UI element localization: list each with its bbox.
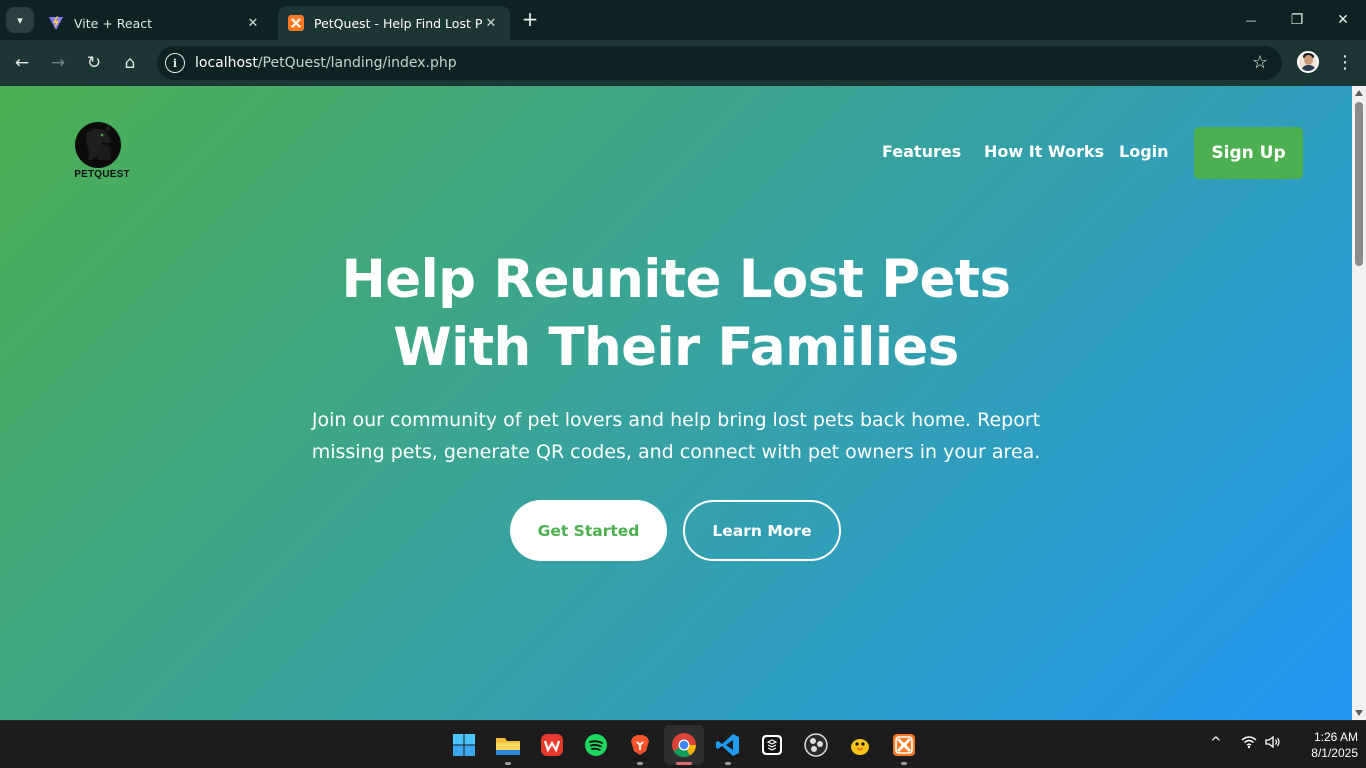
windows-taskbar: ^ 1:26 AM 8/1/2025 bbox=[0, 720, 1366, 768]
clock-date: 8/1/2025 bbox=[1311, 746, 1358, 760]
xampp-icon bbox=[288, 15, 304, 31]
wifi-icon[interactable] bbox=[1241, 735, 1257, 753]
url-text[interactable]: localhost/PetQuest/landing/index.php bbox=[195, 55, 457, 71]
brave-icon[interactable] bbox=[627, 732, 653, 758]
back-button[interactable]: ← bbox=[8, 49, 36, 77]
close-icon[interactable]: ✕ bbox=[244, 16, 262, 31]
window-close-button[interactable]: ✕ bbox=[1320, 0, 1366, 40]
sign-up-button[interactable]: Sign Up bbox=[1194, 127, 1303, 179]
bookmark-star-icon[interactable]: ☆ bbox=[1252, 52, 1268, 73]
tab-strip: ▾ Vite + React ✕ PetQuest - Help Find Lo… bbox=[0, 0, 1366, 40]
tab-petquest[interactable]: PetQuest - Help Find Lost Pets ✕ bbox=[278, 6, 510, 40]
restore-button[interactable]: ❐ bbox=[1274, 0, 1320, 40]
file-explorer-icon[interactable] bbox=[495, 732, 521, 758]
hero-title-line: With Their Families bbox=[393, 317, 959, 378]
volume-icon[interactable] bbox=[1265, 735, 1281, 753]
active-indicator bbox=[676, 762, 692, 765]
wps-office-icon[interactable] bbox=[539, 732, 565, 758]
running-indicator bbox=[725, 762, 731, 765]
browser-toolbar: ← → ↻ ⌂ i localhost/PetQuest/landing/ind… bbox=[0, 40, 1366, 86]
hero-title: Help Reunite Lost Pets With Their Famili… bbox=[176, 246, 1176, 382]
hero-subtitle-line: missing pets, generate QR codes, and con… bbox=[311, 441, 1041, 463]
scroll-up-arrow-icon[interactable] bbox=[1355, 90, 1363, 96]
hero-subtitle-line: Join our community of pet lovers and hel… bbox=[311, 409, 1041, 431]
hero-subtitle: Join our community of pet lovers and hel… bbox=[276, 404, 1076, 468]
duck-app-icon[interactable] bbox=[847, 732, 873, 758]
system-clock[interactable]: 1:26 AM 8/1/2025 bbox=[1288, 729, 1358, 761]
petquest-logo[interactable]: PETQUEST bbox=[70, 120, 134, 182]
scroll-down-arrow-icon[interactable] bbox=[1355, 710, 1363, 716]
arrow-right-icon: → bbox=[50, 53, 66, 73]
tab-vite-react[interactable]: Vite + React ✕ bbox=[38, 6, 272, 40]
page-scrollbar[interactable] bbox=[1352, 86, 1366, 720]
forward-button[interactable]: → bbox=[44, 49, 72, 77]
tab-search-button[interactable]: ▾ bbox=[6, 7, 34, 33]
page-viewport: PETQUEST Features How It Works Login Sig… bbox=[0, 86, 1352, 720]
windows-start-icon[interactable] bbox=[451, 732, 477, 758]
tab-title: Vite + React bbox=[74, 15, 153, 31]
reload-button[interactable]: ↻ bbox=[80, 49, 108, 77]
home-icon: ⌂ bbox=[124, 53, 136, 73]
spotify-icon[interactable] bbox=[583, 732, 609, 758]
new-tab-button[interactable]: + bbox=[518, 8, 542, 32]
learn-more-button[interactable]: Learn More bbox=[683, 500, 841, 561]
minimize-button[interactable]: — bbox=[1228, 0, 1274, 40]
home-button[interactable]: ⌂ bbox=[116, 49, 144, 77]
site-info-icon[interactable]: i bbox=[165, 53, 185, 73]
running-indicator bbox=[901, 762, 907, 765]
logo-text: PETQUEST bbox=[74, 169, 130, 180]
app-icon[interactable] bbox=[759, 732, 785, 758]
clock-time: 1:26 AM bbox=[1313, 730, 1358, 744]
restore-icon: ❐ bbox=[1290, 12, 1304, 28]
show-hidden-icons-button[interactable]: ^ bbox=[1210, 735, 1222, 751]
obs-icon[interactable] bbox=[803, 732, 829, 758]
running-indicator bbox=[505, 762, 511, 765]
scrollbar-thumb[interactable] bbox=[1355, 102, 1363, 266]
pet-silhouette-icon bbox=[75, 122, 121, 168]
nav-login-link[interactable]: Login bbox=[1119, 142, 1169, 161]
minimize-icon: — bbox=[1245, 13, 1257, 27]
arrow-left-icon: ← bbox=[14, 53, 30, 73]
avatar-face bbox=[1304, 55, 1313, 65]
get-started-button[interactable]: Get Started bbox=[510, 500, 667, 561]
reload-icon: ↻ bbox=[86, 53, 102, 73]
close-icon[interactable]: ✕ bbox=[482, 16, 500, 31]
vscode-icon[interactable] bbox=[715, 732, 741, 758]
nav-how-it-works-link[interactable]: How It Works bbox=[984, 142, 1104, 161]
chrome-icon[interactable] bbox=[664, 725, 704, 765]
url-host: localhost bbox=[195, 55, 258, 71]
close-icon: ✕ bbox=[1337, 12, 1349, 28]
xampp-icon[interactable] bbox=[891, 732, 917, 758]
hero-title-line: Help Reunite Lost Pets bbox=[341, 249, 1012, 310]
profile-avatar[interactable] bbox=[1297, 51, 1319, 73]
nav-features-link[interactable]: Features bbox=[882, 142, 961, 161]
browser-menu-icon[interactable]: ⋮ bbox=[1336, 50, 1354, 76]
chevron-down-icon: ▾ bbox=[17, 13, 23, 27]
vite-icon bbox=[48, 15, 64, 31]
url-path: /PetQuest/landing/index.php bbox=[257, 55, 457, 71]
running-indicator bbox=[637, 762, 643, 765]
address-bar[interactable]: i localhost/PetQuest/landing/index.php ☆ bbox=[157, 46, 1282, 80]
avatar-body bbox=[1301, 65, 1316, 71]
tab-title: PetQuest - Help Find Lost Pets bbox=[314, 15, 482, 31]
